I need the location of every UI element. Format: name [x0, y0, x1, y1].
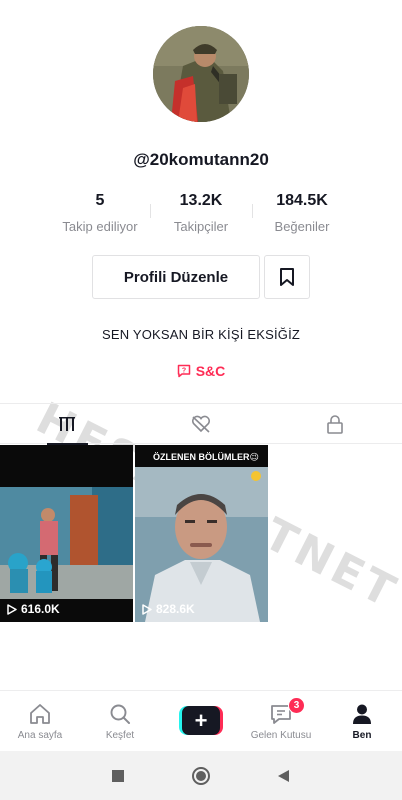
- video-thumbnail[interactable]: 616.0K: [0, 445, 133, 622]
- nav-profile[interactable]: Ben: [322, 691, 402, 751]
- recents-button[interactable]: [107, 765, 129, 787]
- profile-link-label: S&C: [195, 363, 226, 379]
- nav-profile-label: Ben: [352, 730, 372, 741]
- inbox-badge: 3: [288, 697, 305, 714]
- create-button[interactable]: +: [179, 706, 223, 735]
- back-triangle-icon: [278, 770, 289, 782]
- video-image: [135, 445, 268, 622]
- bookmark-button[interactable]: [264, 255, 310, 299]
- stat-followers-count: 13.2K: [179, 192, 223, 209]
- square-icon: [112, 770, 124, 782]
- avatar-image: [153, 26, 249, 122]
- video-views-count: 828.6K: [156, 602, 195, 616]
- stat-following-count: 5: [95, 192, 105, 209]
- nav-home[interactable]: Ana sayfa: [0, 691, 80, 751]
- profile-tabs: [0, 403, 402, 445]
- profile-bio: SEN YOKSAN BİR KİŞİ EKSİĞİZ: [101, 327, 301, 342]
- stat-likes[interactable]: 184.5K Beğeniler: [252, 192, 352, 234]
- question-bubble-icon: ?: [177, 364, 190, 378]
- bookmark-icon: [280, 268, 294, 286]
- lock-icon: [327, 415, 343, 434]
- stat-likes-count: 184.5K: [276, 192, 328, 209]
- video-views: 828.6K: [142, 602, 195, 616]
- video-views-count: 616.0K: [21, 602, 60, 616]
- nav-inbox-label: Gelen Kutusu: [250, 730, 312, 741]
- edit-profile-button[interactable]: Profili Düzenle: [92, 255, 260, 299]
- video-image: [0, 445, 133, 622]
- tab-liked[interactable]: [134, 404, 268, 444]
- tab-private[interactable]: [268, 404, 402, 444]
- stat-followers[interactable]: 13.2K Takipçiler: [151, 192, 251, 234]
- nav-discover-label: Keşfet: [105, 730, 135, 741]
- svg-text:?: ?: [182, 368, 186, 375]
- stat-following[interactable]: 5 Takip ediliyor: [50, 192, 150, 234]
- back-button[interactable]: [272, 765, 294, 787]
- profile-icon: [353, 704, 371, 724]
- video-caption: ÖZLENEN BÖLÜMLER😉: [153, 452, 259, 462]
- play-icon: [7, 603, 17, 615]
- circle-icon: [192, 767, 210, 785]
- system-navigation-bar: [0, 751, 402, 800]
- home-icon: [30, 704, 50, 724]
- profile-avatar[interactable]: [153, 26, 249, 122]
- tab-videos[interactable]: [0, 404, 134, 445]
- nav-home-label: Ana sayfa: [17, 730, 63, 741]
- play-icon: [142, 603, 152, 615]
- liked-hidden-icon: [191, 415, 211, 433]
- profile-username: @20komutann20: [133, 150, 269, 169]
- grid-icon: [59, 417, 75, 431]
- video-thumbnail[interactable]: ÖZLENEN BÖLÜMLER😉 828.6K: [135, 445, 268, 622]
- nav-inbox[interactable]: 3 Gelen Kutusu: [241, 691, 321, 751]
- stat-followers-label: Takipçiler: [173, 219, 229, 234]
- stat-likes-label: Beğeniler: [274, 219, 330, 234]
- search-icon: [110, 704, 130, 724]
- home-system-button[interactable]: [190, 765, 212, 787]
- stat-following-label: Takip ediliyor: [62, 219, 138, 234]
- nav-discover[interactable]: Keşfet: [80, 691, 160, 751]
- profile-link[interactable]: ? S&C: [0, 363, 402, 379]
- create-plus-icon: +: [182, 706, 220, 735]
- video-views: 616.0K: [7, 602, 60, 616]
